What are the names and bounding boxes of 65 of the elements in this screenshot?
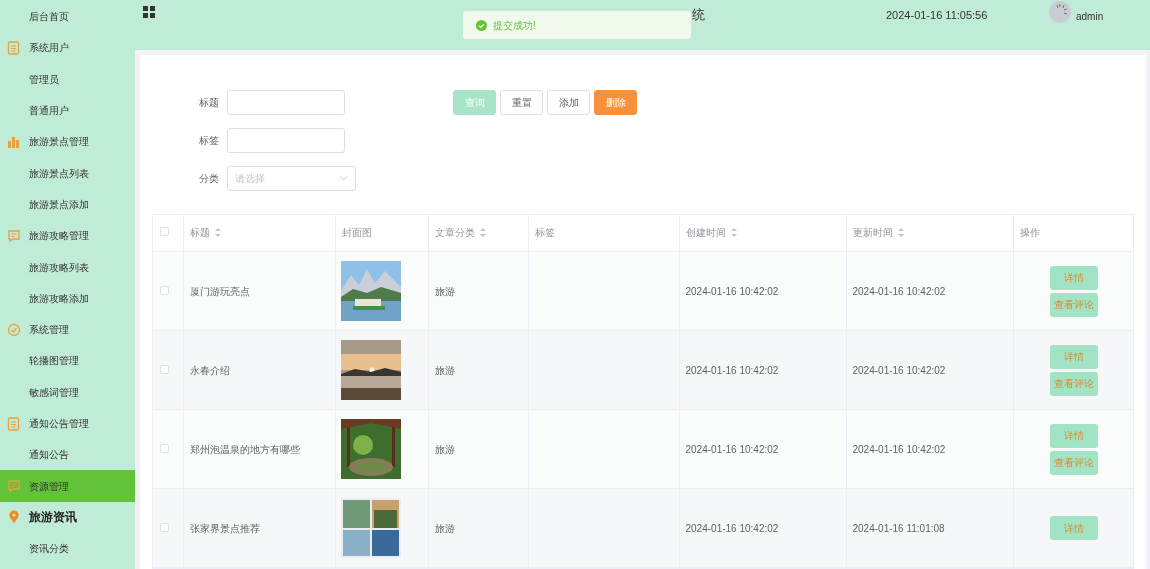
checkbox[interactable] <box>160 285 169 295</box>
sidebar-item[interactable]: 普通用户 <box>29 103 69 119</box>
table-cell: 2024-01-16 10:42:02 <box>852 364 946 376</box>
table-cell: 旅游 <box>434 364 455 376</box>
avatar-icon[interactable] <box>1049 1 1071 23</box>
action-button[interactable]: 添加 <box>547 89 590 115</box>
sidebar-item[interactable]: 通知公告 <box>29 447 69 463</box>
check-circle-icon <box>7 322 21 337</box>
sidebar-group[interactable]: 系统用户 <box>29 40 69 56</box>
table-cell: 2024-01-16 10:42:02 <box>852 285 946 297</box>
chat-bubble-icon <box>7 228 21 243</box>
table-cell: 2024-01-16 11:01:08 <box>852 522 945 534</box>
action-button[interactable]: 重置 <box>500 89 543 115</box>
table-cell: 2024-01-16 10:42:02 <box>685 285 779 297</box>
sidebar-item[interactable]: 后台首页 <box>29 9 69 25</box>
sort-icon <box>214 228 221 238</box>
checkbox[interactable] <box>160 227 169 237</box>
table-cell: 张家界景点推荐 <box>189 522 260 534</box>
checkbox[interactable] <box>160 443 169 453</box>
table-cell: 厦门游玩亮点 <box>189 285 250 297</box>
table-cell: 永春介绍 <box>189 364 230 376</box>
sidebar-item[interactable]: 旅游攻略列表 <box>29 259 89 275</box>
document-icon <box>7 40 21 55</box>
sidebar-group[interactable]: 旅游景点管理 <box>29 134 89 150</box>
table-cell: 郑州泡温泉的地方有哪些 <box>189 443 300 455</box>
success-icon <box>476 19 487 31</box>
table-cell: 旅游 <box>434 522 455 534</box>
sidebar-item[interactable]: 资讯分类 <box>29 541 69 557</box>
sidebar-group[interactable]: 旅游资讯 <box>29 508 77 527</box>
sidebar-item[interactable]: 旅游攻略添加 <box>29 290 89 306</box>
document-icon <box>7 416 21 431</box>
table-cell: 2024-01-16 10:42:02 <box>685 522 779 534</box>
field-label: 分类 <box>199 171 220 186</box>
sidebar-group[interactable]: 通知公告管理 <box>29 416 89 431</box>
field-label: 标题 <box>199 95 220 110</box>
table-cell: 旅游 <box>434 285 455 297</box>
input-field[interactable] <box>227 127 345 153</box>
sort-icon <box>479 228 486 238</box>
checkbox[interactable] <box>160 364 169 374</box>
sidebar-item[interactable]: 管理员 <box>29 71 59 87</box>
datetime-text: 2024-01-16 11:05:56 <box>886 8 988 23</box>
checkbox[interactable] <box>160 522 169 532</box>
table-cell: 2024-01-16 10:42:02 <box>685 443 779 455</box>
bar-chart-icon <box>7 134 21 149</box>
menu-icon[interactable] <box>143 6 155 18</box>
system-title: 统 <box>692 6 705 24</box>
username-text[interactable]: admin <box>1076 9 1104 24</box>
sort-icon <box>897 228 904 238</box>
chevron-down-icon <box>339 175 348 181</box>
sort-icon <box>730 228 737 238</box>
field-label: 标签 <box>199 133 220 148</box>
sidebar-item[interactable]: 旅游景点添加 <box>29 196 89 212</box>
sidebar-group[interactable]: 资源管理 <box>29 478 69 494</box>
sidebar-item[interactable]: 敏感词管理 <box>29 384 79 400</box>
location-pin-icon <box>7 510 21 525</box>
input-field[interactable] <box>227 89 345 115</box>
sidebar-item[interactable]: 轮播图管理 <box>29 353 79 369</box>
table-cell: 2024-01-16 10:42:02 <box>685 364 779 376</box>
sidebar-item[interactable]: 旅游景点列表 <box>29 165 89 181</box>
table-cell: 旅游 <box>434 443 455 455</box>
sidebar-group[interactable]: 系统管理 <box>29 322 69 338</box>
toast-message: 提交成功! <box>493 18 536 33</box>
chat-bubble-icon <box>7 479 21 494</box>
table-cell: 2024-01-16 10:42:02 <box>852 443 946 455</box>
sidebar-group[interactable]: 旅游攻略管理 <box>29 228 89 244</box>
